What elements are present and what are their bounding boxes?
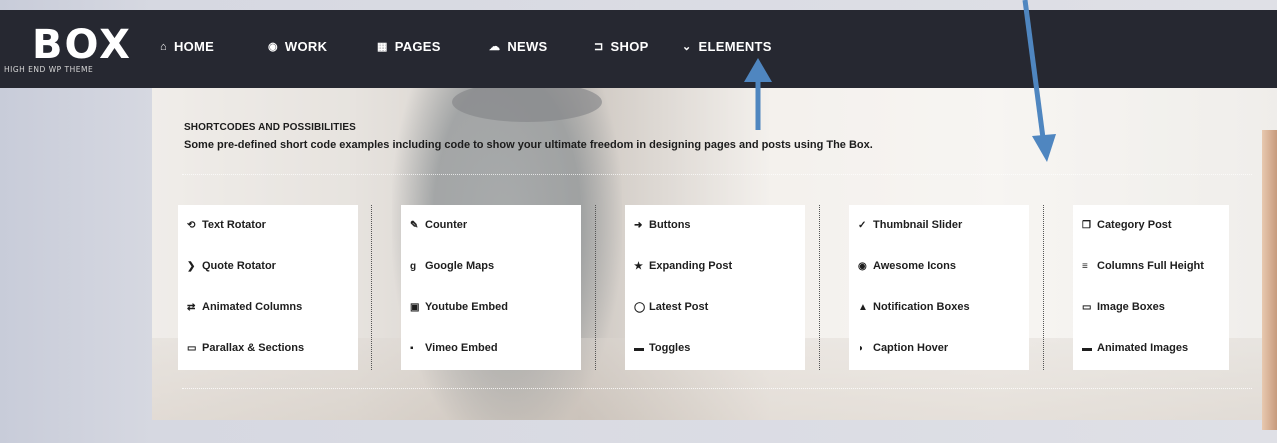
grid-icon: ▦: [377, 41, 388, 53]
nav-item-shop[interactable]: ⊐ SHOP: [594, 39, 682, 54]
menu-item-animated-images[interactable]: ▬ Animated Images: [1082, 342, 1188, 354]
main-menu: ⌂ HOME ◉ WORK ▦ PAGES ☁ NEWS ⊐ SHOP ⌄ EL…: [160, 39, 802, 54]
menu-item-youtube-embed[interactable]: ▣ Youtube Embed: [410, 301, 508, 313]
top-navigation-bar: BOX HIGH END WP THEME ⌂ HOME ◉ WORK ▦ PA…: [0, 10, 1277, 88]
menu-item-quote-rotator[interactable]: ❯ Quote Rotator: [187, 260, 276, 272]
menu-item-label: Latest Post: [649, 301, 709, 313]
menu-item-label: Google Maps: [425, 260, 495, 272]
menu-column-4: ✓ Thumbnail Slider ◉ Awesome Icons ▲ Not…: [849, 205, 1029, 370]
menu-item-thumbnail-slider[interactable]: ✓ Thumbnail Slider: [858, 219, 962, 231]
wrench-icon: ✎: [410, 219, 419, 231]
menu-item-image-boxes[interactable]: ▭ Image Boxes: [1082, 301, 1165, 313]
menu-item-label: Awesome Icons: [873, 260, 956, 272]
nav-item-news[interactable]: ☁ NEWS: [489, 39, 594, 54]
menu-item-label: Thumbnail Slider: [873, 219, 963, 231]
google-icon: g: [410, 260, 417, 272]
nav-item-elements[interactable]: ⌄ ELEMENTS: [682, 39, 802, 54]
menu-item-label: Notification Boxes: [873, 301, 970, 313]
list-icon: ≡: [1082, 260, 1088, 272]
nav-label: SHOP: [610, 39, 649, 54]
menu-item-vimeo-embed[interactable]: ▪ Vimeo Embed: [410, 342, 498, 354]
column-separator: [1043, 205, 1044, 370]
circle-dot-icon: ◉: [268, 41, 278, 53]
coffee-icon: ▬: [1082, 342, 1092, 354]
menu-column-3: ➜ Buttons ★ Expanding Post ◯ Latest Post…: [625, 205, 805, 370]
column-separator: [595, 205, 596, 370]
arrow-circle-icon: ➜: [634, 219, 643, 231]
divider-top: [182, 174, 1252, 175]
chat-icon: ☁: [489, 41, 501, 53]
menu-item-notification-boxes[interactable]: ▲ Notification Boxes: [858, 301, 970, 313]
star-icon: ★: [634, 260, 643, 272]
menu-item-caption-hover[interactable]: ◗ Caption Hover: [858, 342, 948, 354]
chevron-circle-icon: ❯: [187, 260, 196, 272]
comment-icon: ◯: [634, 301, 646, 313]
divider-bottom: [182, 388, 1252, 389]
eye-icon: ◉: [858, 260, 867, 272]
menu-item-label: Youtube Embed: [425, 301, 508, 313]
menu-item-label: Text Rotator: [202, 219, 266, 231]
menu-item-label: Expanding Post: [649, 260, 733, 272]
menu-item-animated-columns[interactable]: ⇄ Animated Columns: [187, 301, 302, 313]
cart-icon: ⊐: [594, 41, 604, 53]
nav-label: PAGES: [394, 39, 441, 54]
section-heading: SHORTCODES AND POSSIBILITIES: [184, 122, 356, 133]
brand-logo[interactable]: BOX HIGH END WP THEME: [4, 22, 154, 74]
menu-item-label: Toggles: [649, 342, 691, 354]
menu-item-label: Vimeo Embed: [425, 342, 498, 354]
menu-item-toggles[interactable]: ▬ Toggles: [634, 342, 690, 354]
menu-item-label: Buttons: [649, 219, 691, 231]
menu-column-5: ❐ Category Post ≡ Columns Full Height ▭ …: [1073, 205, 1229, 370]
menu-column-2: ✎ Counter g Google Maps ▣ Youtube Embed …: [401, 205, 581, 370]
menu-item-label: Animated Images: [1097, 342, 1189, 354]
exchange-icon: ⇄: [187, 301, 196, 313]
menu-column-1: ⟲ Text Rotator ❯ Quote Rotator ⇄ Animate…: [178, 205, 358, 370]
menu-item-label: Caption Hover: [873, 342, 949, 354]
column-separator: [819, 205, 820, 370]
chevron-down-icon: ⌄: [682, 41, 692, 53]
nav-item-pages[interactable]: ▦ PAGES: [377, 39, 489, 54]
elements-mega-menu-panel: SHORTCODES AND POSSIBILITIES Some pre-de…: [152, 88, 1277, 420]
vimeo-icon: ▪: [410, 342, 414, 354]
menu-item-counter[interactable]: ✎ Counter: [410, 219, 467, 231]
menu-item-awesome-icons[interactable]: ◉ Awesome Icons: [858, 260, 956, 272]
menu-item-label: Image Boxes: [1097, 301, 1165, 313]
menu-item-expanding-post[interactable]: ★ Expanding Post: [634, 260, 732, 272]
menu-item-text-rotator[interactable]: ⟲ Text Rotator: [187, 219, 266, 231]
search-rotate-icon: ⟲: [187, 219, 196, 231]
menu-item-label: Counter: [425, 219, 468, 231]
menu-item-label: Category Post: [1097, 219, 1172, 231]
nav-item-home[interactable]: ⌂ HOME: [160, 39, 268, 54]
shield-icon: ◗: [858, 342, 865, 354]
nav-label: ELEMENTS: [698, 39, 772, 54]
menu-item-label: Quote Rotator: [202, 260, 276, 272]
warning-icon: ▲: [858, 301, 868, 313]
nav-label: HOME: [173, 39, 215, 54]
desktop-icon: ▭: [1082, 301, 1092, 313]
copy-icon: ❐: [1082, 219, 1091, 231]
menu-item-label: Parallax & Sections: [202, 342, 305, 354]
nav-item-work[interactable]: ◉ WORK: [268, 39, 377, 54]
home-icon: ⌂: [160, 40, 167, 53]
laptop-icon: ▭: [187, 342, 197, 354]
menu-item-buttons[interactable]: ➜ Buttons: [634, 219, 691, 231]
menu-item-columns-full-height[interactable]: ≡ Columns Full Height: [1082, 260, 1204, 272]
section-subheading: Some pre-defined short code examples inc…: [184, 139, 873, 151]
thumbs-up-icon: ✓: [858, 219, 867, 231]
menu-item-category-post[interactable]: ❐ Category Post: [1082, 219, 1172, 231]
menu-item-google-maps[interactable]: g Google Maps: [410, 260, 494, 272]
menu-item-label: Animated Columns: [202, 301, 303, 313]
column-separator: [371, 205, 372, 370]
nav-label: NEWS: [507, 39, 548, 54]
menu-item-parallax-sections[interactable]: ▭ Parallax & Sections: [187, 342, 304, 354]
menu-item-label: Columns Full Height: [1097, 260, 1204, 272]
nav-label: WORK: [284, 39, 328, 54]
youtube-icon: ▣: [410, 301, 420, 313]
logo-text: BOX: [32, 22, 132, 68]
menu-item-latest-post[interactable]: ◯ Latest Post: [634, 301, 708, 313]
briefcase-icon: ▬: [634, 342, 644, 354]
background-photo-edge: [1262, 130, 1277, 430]
